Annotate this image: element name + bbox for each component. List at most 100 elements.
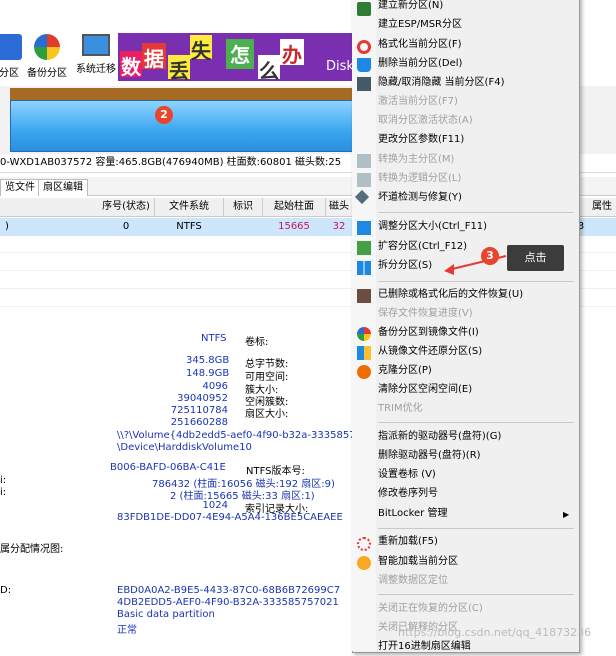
banner-char: 数 bbox=[120, 51, 142, 79]
split-icon bbox=[357, 261, 371, 275]
total-bytes-value: 345.8GB bbox=[186, 355, 230, 366]
cell-head: 32 bbox=[332, 221, 346, 232]
index-value: 1024 bbox=[202, 500, 228, 511]
col-attr[interactable]: 属性 bbox=[588, 198, 616, 216]
sector-size-value: 725110784 bbox=[170, 405, 228, 416]
menu-item-deactivate[interactable]: 取消分区激活状态(A) bbox=[378, 112, 473, 130]
submenu-arrow-icon: ▶ bbox=[563, 510, 570, 519]
device-path: \Device\HarddiskVolume10 bbox=[117, 442, 252, 453]
watermark: https://blog.csdn.net/qq_41873236 bbox=[398, 626, 592, 639]
menu-item-close-recovering[interactable]: 关闭正在恢复的分区(C) bbox=[378, 600, 483, 618]
menu-item-to-primary[interactable]: 转换为主分区(M) bbox=[378, 151, 454, 169]
menu-item-smart-load[interactable]: 智能加载当前分区 bbox=[378, 553, 458, 571]
left-label-c: D: bbox=[0, 585, 12, 596]
hide-icon bbox=[357, 77, 371, 91]
delete-icon bbox=[357, 58, 371, 72]
menu-item-change-serial[interactable]: 修改卷序列号 bbox=[378, 485, 438, 503]
volume-path: \\?\Volume{4db2edd5-aef0-4f90-b32a-33358… bbox=[117, 430, 356, 441]
step-badge: 2 bbox=[155, 106, 173, 124]
left-label-a: i: bbox=[0, 475, 7, 486]
col-filesystem[interactable]: 文件系统 bbox=[155, 198, 224, 216]
menu-item-restore[interactable]: 从镜像文件还原分区(S) bbox=[378, 343, 482, 361]
col-index[interactable]: 序号(状态) bbox=[98, 198, 155, 216]
menu-separator bbox=[378, 281, 574, 282]
menu-item-resize[interactable]: 调整分区大小(Ctrl_F11) bbox=[378, 218, 487, 236]
serial-value: B006-BAFD-06BA-C41E bbox=[110, 462, 226, 473]
menu-item-set-label[interactable]: 设置卷标 (V) bbox=[378, 466, 436, 484]
partition-block[interactable] bbox=[10, 100, 355, 152]
menu-item-change-params[interactable]: 更改分区参数(F11) bbox=[378, 131, 464, 149]
menu-item-hex-editor[interactable]: 打开16进制扇区编辑 bbox=[378, 638, 471, 656]
menu-item-backup-image[interactable]: 备份分区到镜像文件(I) bbox=[378, 324, 479, 342]
sector-size-label: 扇区大小: bbox=[245, 409, 289, 420]
banner-char: 办 bbox=[280, 39, 304, 67]
free-space-value: 148.9GB bbox=[186, 368, 230, 379]
cell-start-cylinder: 15665 bbox=[278, 221, 310, 232]
banner-char: 么 bbox=[258, 55, 280, 81]
convert-logical-icon bbox=[357, 173, 371, 187]
promo-banner[interactable]: 数 据 失 丢 怎 么 办 Disk bbox=[118, 33, 368, 81]
partition-type-name: Basic data partition bbox=[117, 609, 215, 620]
cluster-size-value: 4096 bbox=[202, 381, 228, 392]
smart-load-icon bbox=[357, 556, 371, 570]
menu-item-save-progress[interactable]: 保存文件恢复进度(V) bbox=[378, 305, 473, 323]
restore-icon bbox=[357, 346, 371, 360]
tab-sector-editor[interactable]: 扇区编辑 bbox=[38, 179, 88, 196]
menu-item-trim[interactable]: TRIM优化 bbox=[378, 400, 423, 418]
volume-label-label: 卷标: bbox=[245, 337, 269, 348]
menu-separator bbox=[378, 528, 574, 529]
fs-value: NTFS bbox=[201, 333, 227, 344]
cell-filesystem: NTFS bbox=[176, 221, 202, 232]
migrate-icon bbox=[82, 34, 110, 56]
partition-guid: 4DB2EDD5-AEF0-4F90-B32A-333585757021 bbox=[117, 597, 339, 608]
menu-item-assign-letter[interactable]: 指派新的驱动器号(盘符)(G) bbox=[378, 428, 501, 446]
extra-value: 251660288 bbox=[170, 417, 228, 428]
col-id[interactable]: 标识 bbox=[224, 198, 263, 216]
menu-item-to-logical[interactable]: 转换为逻辑分区(L) bbox=[378, 170, 461, 188]
menu-item-file-recovery[interactable]: 已删除或格式化后的文件恢复(U) bbox=[378, 286, 523, 304]
tab-browse-files[interactable]: 览文件 bbox=[0, 179, 40, 196]
menu-item-adjust-data[interactable]: 调整数据区定位 bbox=[378, 572, 448, 590]
menu-item-bad-sector[interactable]: 坏道检测与修复(Y) bbox=[378, 189, 462, 207]
allocation-map-label: 属分配情况图: bbox=[0, 544, 64, 555]
menu-item-bitlocker[interactable]: BitLocker 管理 bbox=[378, 505, 447, 523]
system-migrate-label: 系统迁移 bbox=[76, 64, 116, 75]
menu-item-esp-msr[interactable]: 建立ESP/MSR分区 bbox=[378, 16, 462, 34]
partition-icon bbox=[0, 34, 22, 60]
backup-partition-button[interactable]: 备份分区 bbox=[26, 34, 68, 79]
banner-char: 怎 bbox=[226, 39, 254, 69]
recover-icon bbox=[357, 289, 371, 303]
menu-item-activate[interactable]: 激活当前分区(F7) bbox=[378, 93, 458, 111]
clone-icon bbox=[357, 365, 371, 379]
menu-item-new-partition[interactable]: 建立新分区(N) bbox=[378, 0, 443, 15]
cell-left: ) bbox=[5, 221, 9, 232]
col-head[interactable]: 磁头 bbox=[326, 198, 353, 216]
cell-index: 0 bbox=[122, 221, 130, 232]
menu-item-wipe-free[interactable]: 清除分区空闲空间(E) bbox=[378, 381, 472, 399]
menu-item-split[interactable]: 拆分分区(S) bbox=[378, 257, 432, 275]
annotation-arrow bbox=[444, 255, 507, 275]
click-tooltip: 点击 bbox=[507, 245, 564, 271]
col-start-cylinder[interactable]: 起始柱面 bbox=[263, 198, 326, 216]
menu-item-hide[interactable]: 隐藏/取消隐藏 当前分区(F4) bbox=[378, 74, 504, 92]
volume-guid: 83FDB1DE-DD07-4E94-A5A4-136BE5CAEAEE bbox=[117, 512, 343, 523]
menu-separator bbox=[378, 594, 574, 595]
extend-icon bbox=[357, 241, 371, 255]
menu-item-delete[interactable]: 删除当前分区(Del) bbox=[378, 55, 462, 73]
partition-button[interactable]: 分区 bbox=[0, 34, 22, 79]
banner-char: 丢 bbox=[168, 55, 190, 81]
menu-item-reload[interactable]: 重新加载(F5) bbox=[378, 533, 438, 551]
context-menu-icon-column bbox=[352, 0, 376, 651]
menu-item-format[interactable]: 格式化当前分区(F) bbox=[378, 36, 462, 54]
system-migrate-button[interactable]: 系统迁移 bbox=[74, 34, 118, 75]
backup-image-icon bbox=[357, 327, 371, 341]
menu-item-remove-letter[interactable]: 删除驱动器号(盘符)(R) bbox=[378, 447, 481, 465]
step-badge: 3 bbox=[481, 247, 499, 265]
banner-char: 失 bbox=[190, 35, 212, 63]
banner-char: 据 bbox=[142, 43, 166, 71]
backup-icon bbox=[34, 34, 60, 60]
menu-separator bbox=[378, 422, 574, 423]
left-label-b: i: bbox=[0, 487, 7, 498]
menu-item-clone[interactable]: 克隆分区(P) bbox=[378, 362, 432, 380]
backup-partition-label: 备份分区 bbox=[27, 68, 67, 79]
